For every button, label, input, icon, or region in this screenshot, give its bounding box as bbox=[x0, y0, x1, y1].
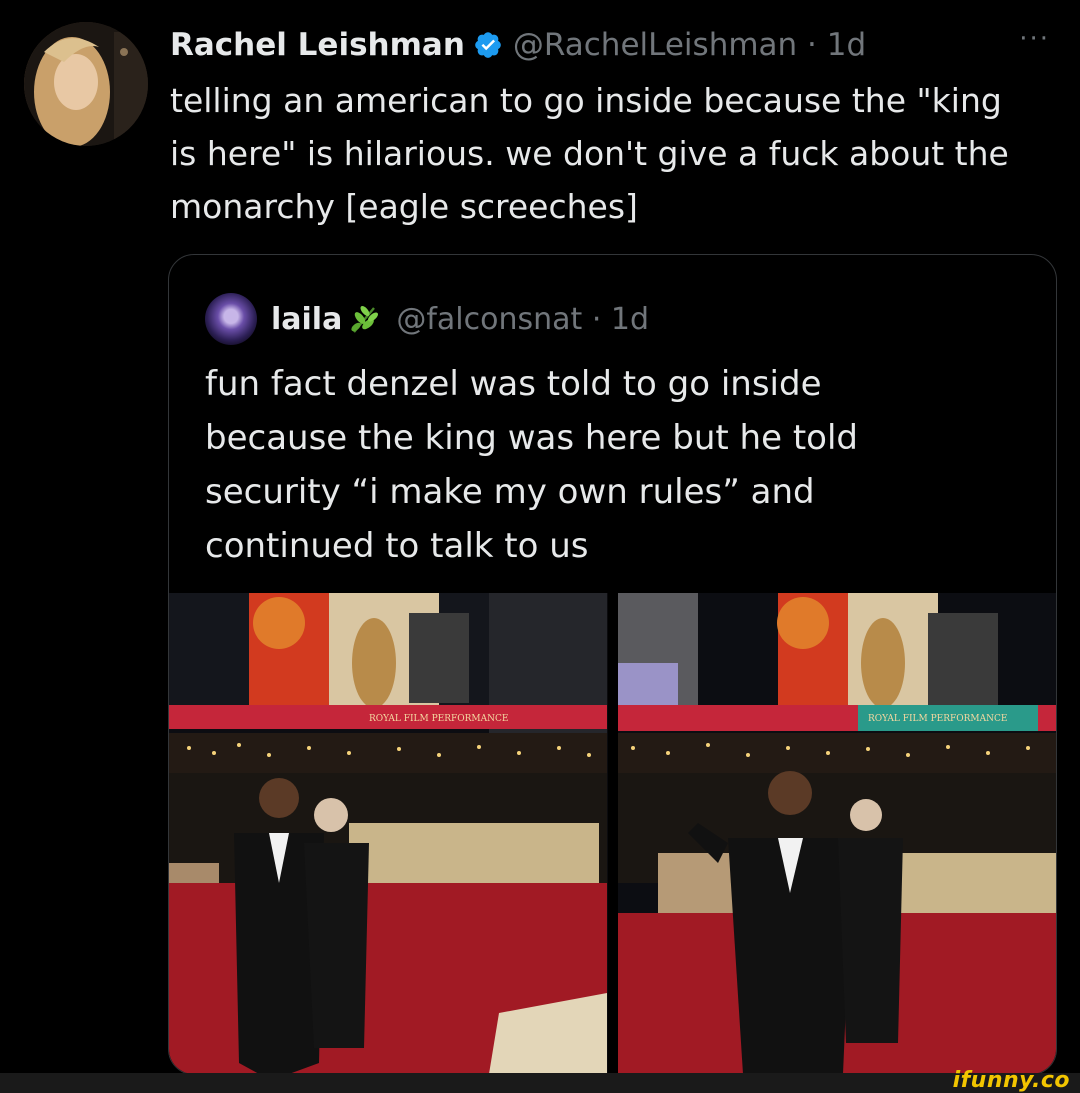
tweet-text: telling an american to go inside because… bbox=[170, 81, 1009, 226]
quoted-tweet-text: fun fact denzel was told to go inside be… bbox=[205, 364, 858, 566]
premiere-photo-right: ROYAL FILM PERFORMANCE bbox=[617, 593, 1056, 1074]
author-name[interactable]: Rachel Leishman bbox=[170, 27, 465, 63]
avatar-photo bbox=[24, 22, 148, 146]
herb-emoji-icon bbox=[351, 306, 379, 333]
svg-text:ROYAL FILM PERFORMANCE: ROYAL FILM PERFORMANCE bbox=[868, 714, 1007, 724]
watermark-bar bbox=[0, 1073, 1080, 1093]
quoted-author-avatar[interactable] bbox=[205, 293, 257, 345]
quoted-tweet-header: laila @falconsnat · 1d bbox=[205, 293, 649, 345]
media-photo-left[interactable]: ROYAL FILM PERFORMANCE GLADIATOR bbox=[169, 593, 608, 1074]
quoted-author-handle-time[interactable]: @falconsnat · 1d bbox=[396, 302, 649, 337]
quoted-tweet-media: ROYAL FILM PERFORMANCE GLADIATOR bbox=[169, 593, 1056, 1074]
ifunny-watermark: ifunny.co bbox=[952, 1068, 1070, 1093]
more-options-icon[interactable]: ··· bbox=[1019, 24, 1050, 54]
author-avatar[interactable] bbox=[24, 22, 148, 146]
media-photo-right[interactable]: ROYAL FILM PERFORMANCE bbox=[617, 593, 1056, 1074]
premiere-photo-left: ROYAL FILM PERFORMANCE GLADIATOR bbox=[169, 593, 607, 1074]
author-handle-time[interactable]: @RachelLeishman · 1d bbox=[513, 27, 866, 63]
verified-badge-icon bbox=[475, 32, 501, 58]
tweet-header: Rachel Leishman @RachelLeishman · 1d bbox=[170, 22, 866, 68]
quoted-tweet[interactable]: laila @falconsnat · 1d fun fact denzel w… bbox=[168, 254, 1057, 1075]
tweet: Rachel Leishman @RachelLeishman · 1d ···… bbox=[0, 0, 1080, 1093]
quoted-author-name[interactable]: laila bbox=[271, 302, 342, 337]
banner-text-left: ROYAL FILM PERFORMANCE bbox=[369, 714, 508, 724]
